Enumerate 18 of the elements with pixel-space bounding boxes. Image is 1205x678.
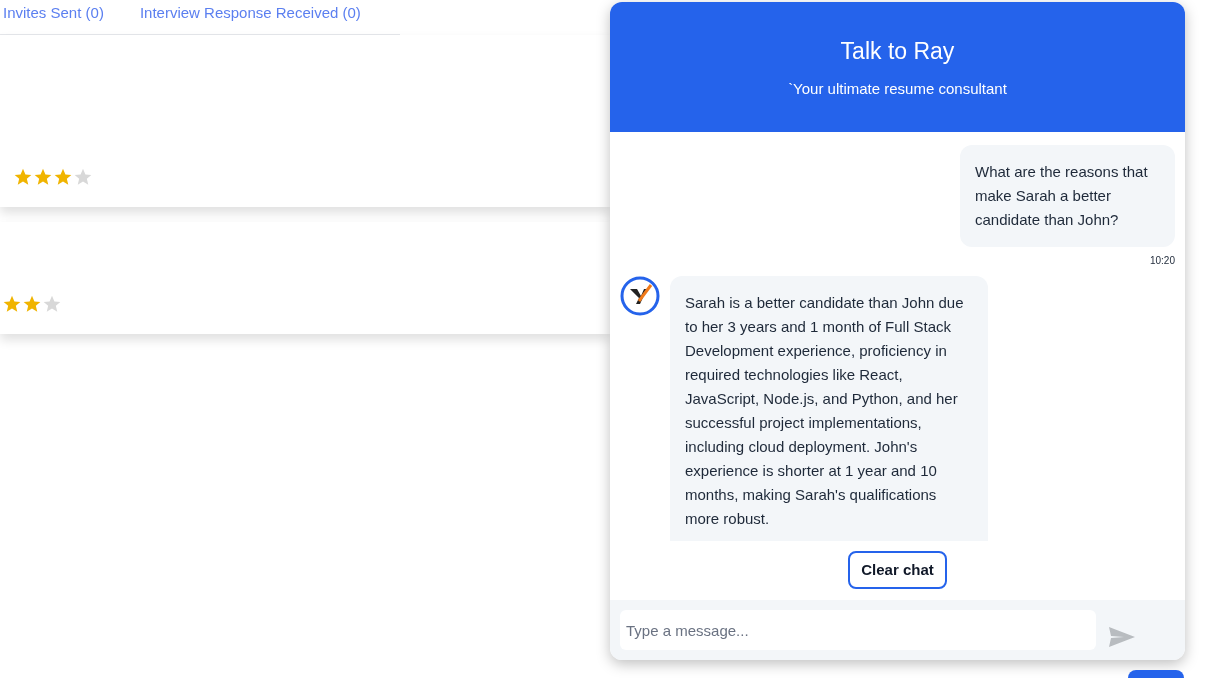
bot-avatar-icon xyxy=(620,276,660,316)
user-message: What are the reasons that make Sarah a better candidate than John? xyxy=(960,145,1175,247)
star-icon xyxy=(2,294,22,314)
star-icon xyxy=(22,294,42,314)
message-time: 10:20 xyxy=(1149,254,1175,268)
star-icon xyxy=(42,294,62,314)
star-icon xyxy=(53,167,73,187)
chat-title: Talk to Ray xyxy=(840,37,955,66)
chat-launcher-button[interactable] xyxy=(1128,670,1184,678)
chat-subtitle: `Your ultimate resume consultant xyxy=(788,79,1007,99)
tab[interactable]: Interview Response Received (0) xyxy=(139,2,361,25)
star-icon xyxy=(33,167,53,187)
bot-message: Sarah is a better candidate than John due to her 3 years and 1 month of Full Stack Development experience, proficiency in required technologies like React, JavaScript, Node.js, and Python, and her successful project implementations, including cloud deployment. John's experience is shorter at 1 year and 10 months, making Sarah's qualifications more robust. xyxy=(670,276,988,541)
message-input[interactable]: Type a message... xyxy=(620,610,1096,650)
star-icon xyxy=(13,167,33,187)
star-icon xyxy=(73,167,93,187)
tab[interactable]: Invites Sent (0) xyxy=(3,2,104,25)
clear-chat-button[interactable]: Clear chat xyxy=(848,551,947,589)
